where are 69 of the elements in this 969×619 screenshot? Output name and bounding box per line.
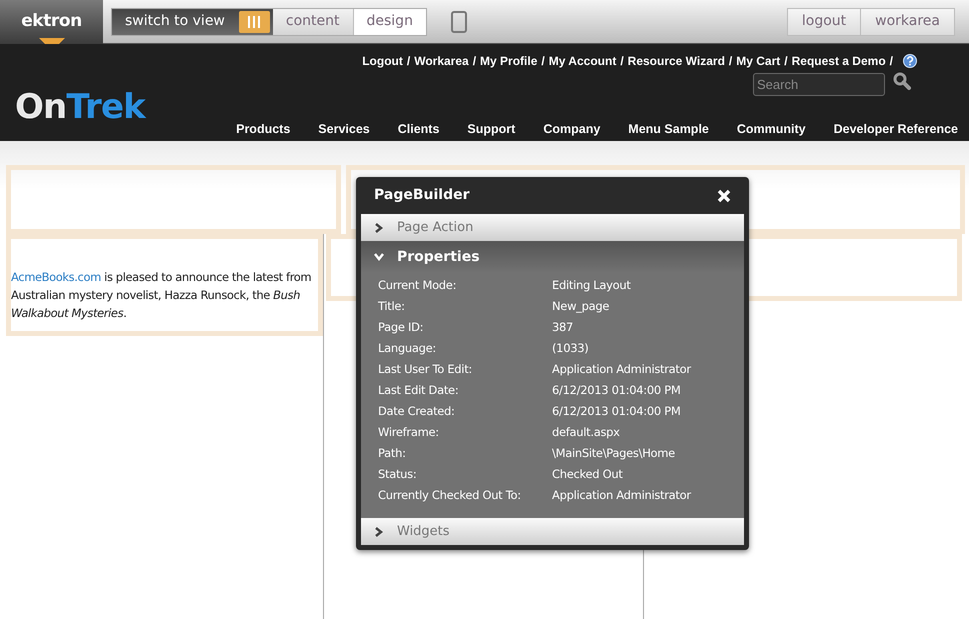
ontrek-logo: OnTrek: [15, 90, 145, 124]
property-label: Last User To Edit:: [378, 360, 473, 378]
search-icon: [893, 72, 911, 90]
chevron-right-icon: [374, 222, 384, 232]
ektron-logo: ektron: [21, 10, 82, 33]
search-field[interactable]: Search: [753, 73, 885, 96]
header-link[interactable]: Request a Demo: [792, 52, 886, 70]
link-separator: /: [541, 53, 545, 70]
nav-link[interactable]: Company: [543, 120, 600, 139]
header-link[interactable]: Logout: [362, 52, 403, 70]
property-value: Application Administrator: [552, 486, 691, 504]
property-value: 6/12/2013 01:04:00 PM: [552, 402, 680, 420]
logout-button[interactable]: logout: [788, 8, 862, 34]
link-separator: /: [728, 53, 732, 70]
chevron-down-icon: [374, 252, 384, 262]
section-header[interactable]: Properties: [361, 241, 744, 273]
nav-link[interactable]: Products: [236, 120, 290, 139]
columns-button[interactable]: [238, 10, 270, 32]
section-header[interactable]: Widgets: [361, 518, 744, 545]
property-value: New_page: [552, 298, 610, 315]
chevron-right-icon: [374, 526, 384, 536]
header-link[interactable]: My Profile: [480, 52, 538, 70]
header-link[interactable]: Workarea: [414, 52, 469, 70]
property-value: 6/12/2013 01:04:00 PM: [552, 382, 680, 399]
link-separator: /: [890, 53, 893, 70]
help-icon: [903, 54, 917, 68]
property-label: Current Mode:: [378, 276, 458, 294]
property-label: Currently Checked Out To:: [378, 486, 522, 504]
property-label: Page ID:: [378, 318, 424, 336]
property-label: Last Edit Date:: [378, 382, 460, 399]
property-value: Checked Out: [552, 466, 623, 483]
property-label: Title:: [378, 298, 406, 315]
acmebooks-link[interactable]: AcmeBooks.com: [11, 270, 101, 284]
mode-tab[interactable]: content: [272, 8, 354, 34]
nav-link[interactable]: Community: [736, 120, 806, 139]
property-value: \MainSite\Pages\Home: [552, 444, 675, 462]
article-paragraph: AcmeBooks.com is pleased to announce the latest from Australian mystery novelist, Hazza Runsock, the Bush Walkabout Mysteries.: [11, 269, 312, 322]
dialog-title: PageBuilder: [374, 186, 470, 205]
property-value: Application Administrator: [552, 360, 691, 378]
nav-link[interactable]: Developer Reference: [834, 120, 958, 139]
close-icon: [717, 188, 731, 202]
property-value: Editing Layout: [552, 276, 631, 294]
property-label: Path:: [378, 444, 407, 462]
link-separator: /: [784, 53, 788, 70]
link-separator: /: [472, 53, 476, 70]
header-link[interactable]: My Account: [548, 52, 616, 70]
property-label: Wireframe:: [378, 424, 440, 441]
workarea-button[interactable]: workarea: [861, 8, 954, 34]
property-value: default.aspx: [552, 424, 620, 441]
nav-link[interactable]: Clients: [398, 120, 440, 139]
property-label: Status:: [378, 466, 418, 483]
nav-link[interactable]: Support: [467, 120, 516, 139]
section-header[interactable]: Page Action: [361, 214, 744, 241]
mode-tab[interactable]: design: [354, 8, 426, 34]
link-separator: /: [406, 53, 410, 70]
switch-label: switch to view: [125, 12, 225, 31]
property-label: Date Created:: [378, 402, 456, 420]
nav-link[interactable]: Menu Sample: [628, 120, 709, 139]
header-link[interactable]: My Cart: [736, 52, 780, 70]
nav-link[interactable]: Services: [318, 120, 370, 139]
header-link[interactable]: Resource Wizard: [628, 52, 725, 70]
close-button[interactable]: [717, 188, 731, 202]
property-value: (1033): [552, 340, 588, 357]
property-value: 387: [552, 318, 574, 336]
property-label: Language:: [378, 340, 437, 357]
link-separator: /: [620, 53, 624, 70]
bars-icon: [247, 16, 262, 28]
mobile-device-icon[interactable]: [450, 10, 467, 32]
dropdown-tab-icon: [38, 38, 64, 44]
